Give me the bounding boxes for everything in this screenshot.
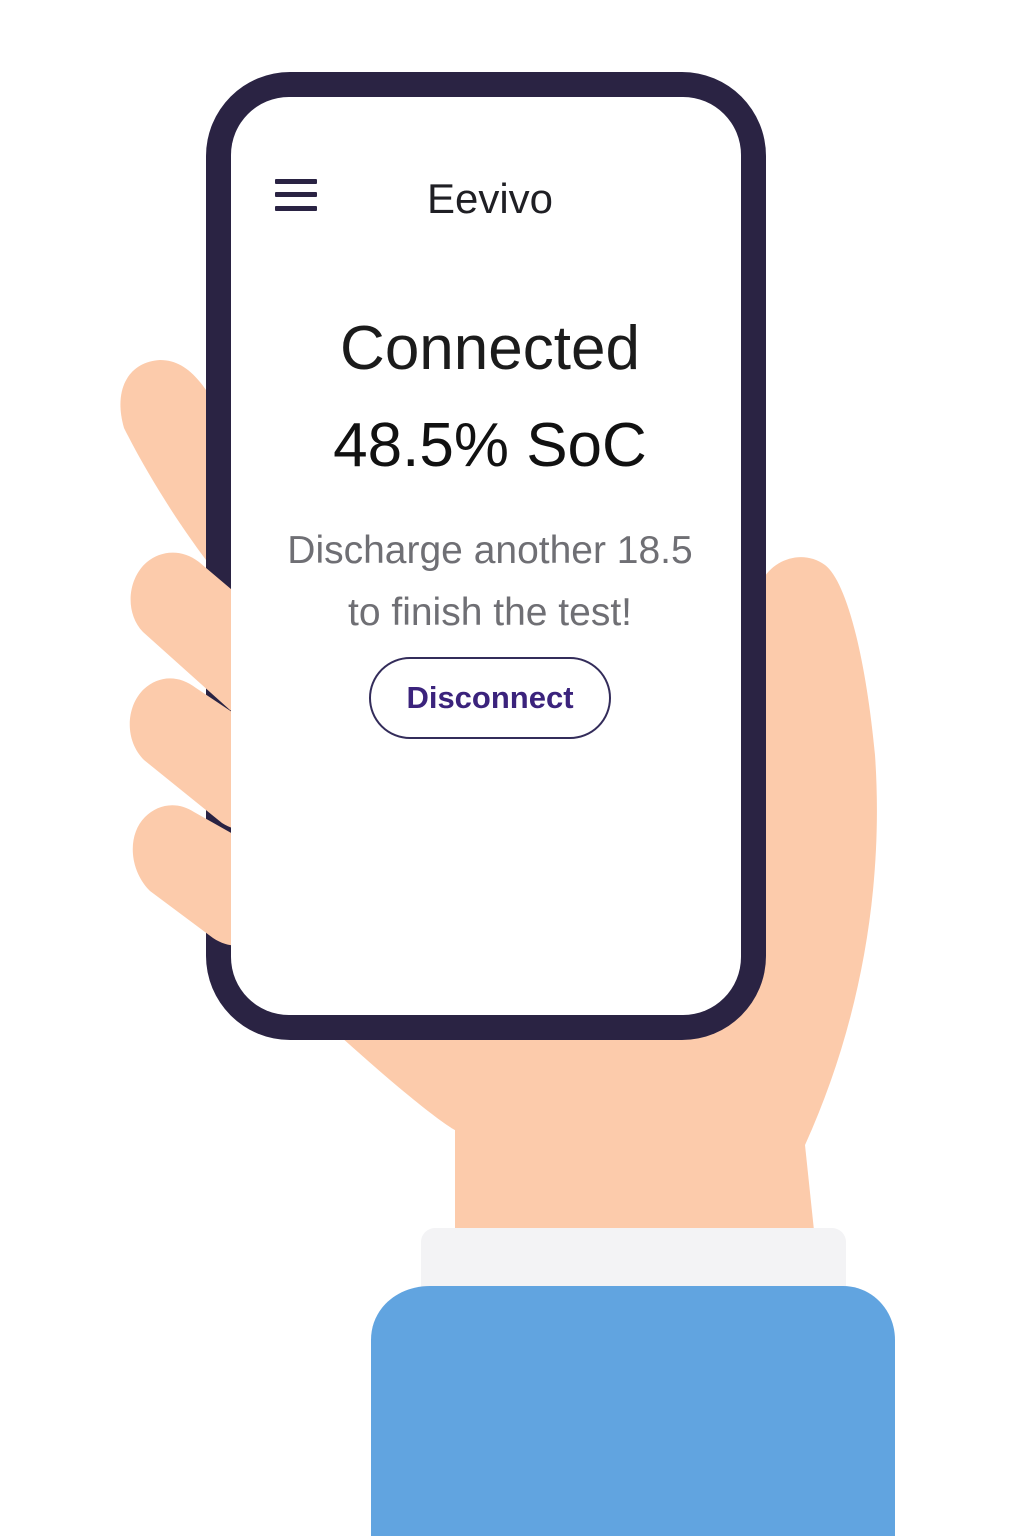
instruction-line-1: Discharge another 18.5 (287, 529, 693, 572)
shirt-sleeve (371, 1286, 895, 1536)
thumb-shape (120, 360, 206, 560)
instruction-line-2: to finish the test! (348, 591, 632, 634)
app-title: Eevivo (426, 175, 554, 222)
discharge-instruction: Discharge another 18.5 to finish the tes… (231, 520, 741, 644)
connection-status: Connected (340, 314, 640, 383)
disconnect-button[interactable]: Disconnect (369, 657, 611, 739)
phone-in-hand-illustration: Eevivo Connected 48.5% SoC Discharge ano… (0, 0, 1024, 1536)
state-of-charge: 48.5% SoC (333, 411, 647, 480)
phone-screen: Eevivo Connected 48.5% SoC Discharge ano… (231, 97, 741, 1015)
